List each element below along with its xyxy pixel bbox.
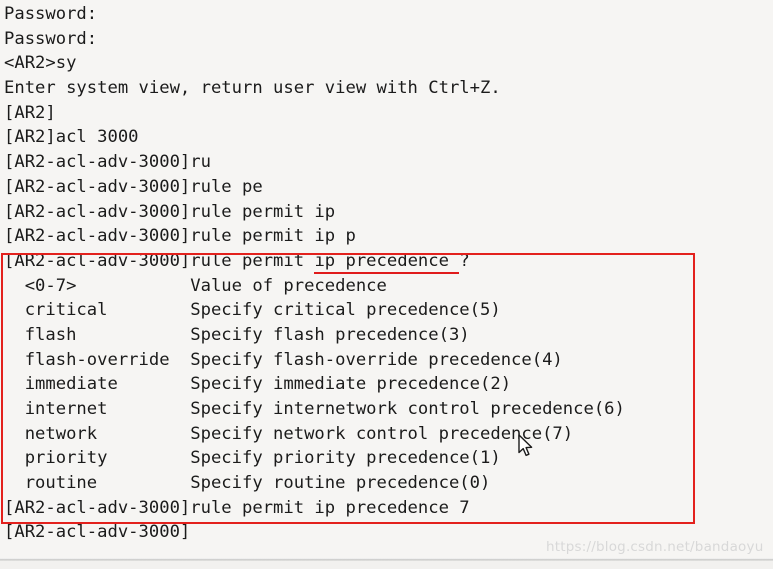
terminal-line: [AR2-acl-adv-3000]rule permit ip [4, 200, 773, 225]
terminal-line: [AR2-acl-adv-3000]rule permit ip precede… [4, 496, 773, 521]
bottom-filler [0, 561, 773, 569]
terminal-line: [AR2] [4, 101, 773, 126]
terminal-line: network Specify network control preceden… [4, 422, 773, 447]
terminal-line: Password: [4, 27, 773, 52]
terminal-line: internet Specify internetwork control pr… [4, 397, 773, 422]
red-underlined-text: ip precedence [314, 250, 460, 274]
terminal-line-tail: ? [459, 250, 470, 271]
watermark-text: https://blog.csdn.net/bandaoyu [546, 539, 764, 555]
terminal-line: routine Specify routine precedence(0) [4, 471, 773, 496]
terminal-line-text: <0-7> Value of precedence [4, 275, 387, 296]
terminal-line: [AR2-acl-adv-3000]rule permit ip p [4, 224, 773, 249]
terminal-line: flash Specify flash precedence(3) [4, 323, 773, 348]
terminal-line: <AR2>sy [4, 51, 773, 76]
terminal-line: [AR2-acl-adv-3000]rule permit ip precede… [4, 249, 773, 274]
terminal-line-text: flash-override Specify flash-override pr… [4, 349, 563, 370]
terminal-output-area[interactable]: Password: Password: <AR2>sy Enter system vi… [0, 0, 773, 569]
terminal-line: priority Specify priority precedence(1) [4, 446, 773, 471]
terminal-line-text: [AR2-acl-adv-3000]ru [4, 152, 211, 173]
terminal-line-text: Enter system view, return user view with… [4, 78, 501, 99]
terminal-line-text: network Specify network control preceden… [4, 423, 574, 444]
terminal-line-text: <AR2>sy [4, 53, 77, 74]
terminal-line: Password: [4, 2, 773, 27]
terminal-line-text: critical Specify critical precedence(5) [4, 300, 501, 321]
terminal-line-text: Password: [4, 4, 98, 24]
terminal-line: Enter system view, return user view with… [4, 76, 773, 101]
terminal-line-text: [AR2-acl-adv-3000] [4, 522, 191, 543]
terminal-line-text: routine Specify routine precedence(0) [4, 473, 491, 494]
terminal-line: critical Specify critical precedence(5) [4, 298, 773, 323]
terminal-line: immediate Specify immediate precedence(2… [4, 372, 773, 397]
terminal-line-text: internet Specify internetwork control pr… [4, 399, 625, 419]
terminal-line: [AR2]acl 3000 [4, 125, 773, 150]
terminal-line: [AR2-acl-adv-3000]rule pe [4, 175, 773, 200]
terminal-line-list: Password: Password: <AR2>sy Enter system vi… [4, 2, 773, 545]
terminal-line-text: flash Specify flash precedence(3) [4, 324, 470, 345]
terminal-line-text: priority Specify priority precedence(1) [4, 448, 501, 469]
terminal-line-text: [AR2-acl-adv-3000]rule permit ip [4, 201, 336, 222]
terminal-line-text: [AR2]acl 3000 [4, 127, 139, 148]
terminal-line: [AR2-acl-adv-3000]ru [4, 150, 773, 175]
terminal-line: flash-override Specify flash-override pr… [4, 348, 773, 373]
terminal-line-text: [AR2-acl-adv-3000]rule permit ip precede… [4, 497, 470, 518]
terminal-line-text: [AR2-acl-adv-3000]rule permit [4, 250, 315, 271]
terminal-line-text: [AR2-acl-adv-3000]rule pe [4, 176, 263, 197]
terminal-line-text: [AR2-acl-adv-3000]rule permit ip p [4, 226, 356, 247]
terminal-line: <0-7> Value of precedence [4, 274, 773, 299]
terminal-line-text: immediate Specify immediate precedence(2… [4, 374, 512, 395]
terminal-line-text: [AR2] [4, 102, 56, 123]
terminal-line-text: Password: [4, 28, 98, 49]
